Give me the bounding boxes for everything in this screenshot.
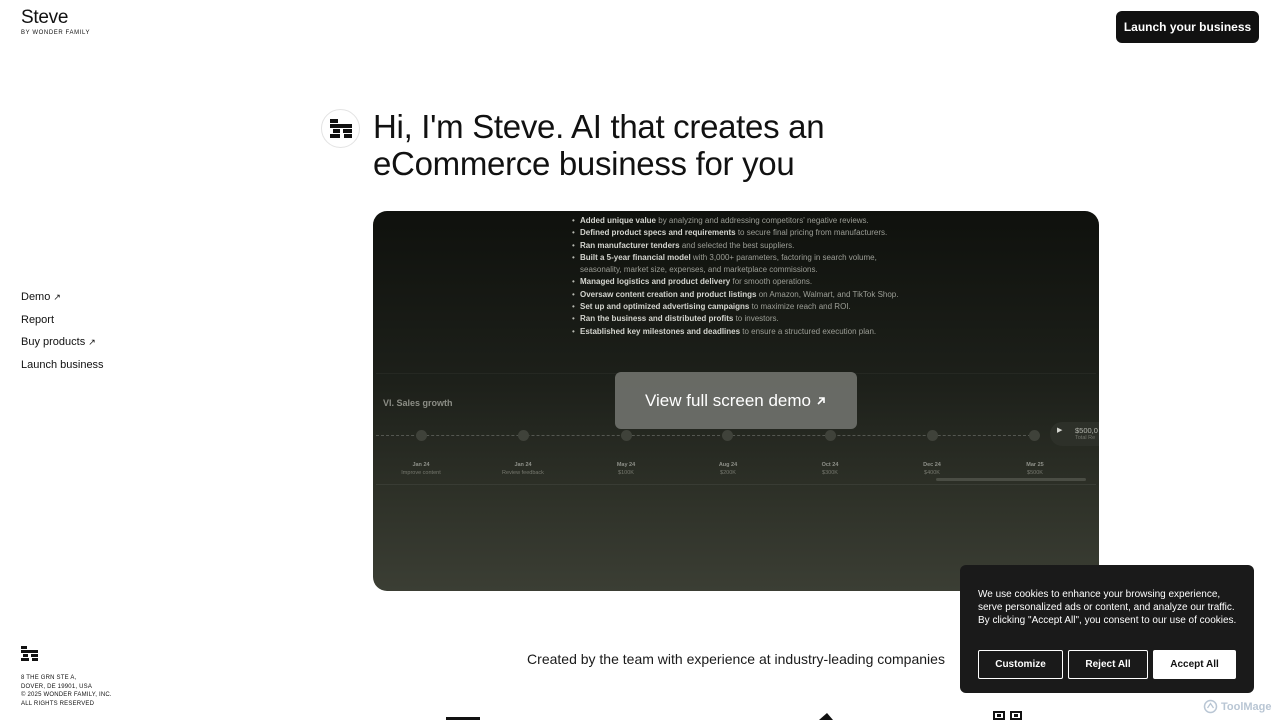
footer-address-line: 8 THE GRN STE A, xyxy=(21,675,77,681)
timeline-milestone: Aug 24 $200K xyxy=(688,462,768,477)
launch-your-business-button[interactable]: Launch your business xyxy=(1116,11,1259,43)
timeline-milestone: May 24 $100K xyxy=(586,462,666,477)
external-link-icon: ↗ xyxy=(53,292,61,302)
milestone-date: Jan 24 xyxy=(412,462,430,468)
footer-copyright: © 2025 WONDER FAMILY, INC. xyxy=(21,692,112,698)
timeline-dot xyxy=(416,430,427,441)
steve-logo-icon xyxy=(21,646,38,661)
footer-rights: ALL RIGHTS RESERVED xyxy=(21,700,95,707)
nav-item-label: Report xyxy=(21,313,55,326)
timeline-milestone: Jan 24 Improve content xyxy=(381,462,461,477)
sales-growth-label: VI. Sales growth xyxy=(383,398,453,408)
demo-achievements-list: Added unique value by analyzing and addr… xyxy=(572,215,912,338)
steve-avatar xyxy=(321,109,360,148)
list-item: Built a 5-year financial model with 3,00… xyxy=(572,252,912,277)
nav-item-label: Launch business xyxy=(21,358,104,371)
brand-name: Steve xyxy=(21,7,69,28)
demo-button-label: View full screen demo xyxy=(645,390,811,410)
qr-code-icon xyxy=(993,711,1022,720)
timeline-milestone: Mar 25 $500K xyxy=(995,462,1075,477)
list-item: Ran manufacturer tenders and selected th… xyxy=(572,240,912,253)
arrow-up-right-icon xyxy=(817,396,825,405)
demo-preview[interactable]: Added unique value by analyzing and addr… xyxy=(373,211,1099,591)
milestone-date: Aug 24 xyxy=(718,462,738,468)
timeline-dot xyxy=(825,430,836,441)
nav-item-label: Buy products xyxy=(21,336,86,349)
total-revenue-value: $500,0 xyxy=(1075,426,1098,435)
milestone-detail: Improve content xyxy=(401,470,441,476)
watermark-text: ToolMage xyxy=(1221,700,1272,713)
cookie-banner: We use cookies to enhance your browsing … xyxy=(960,565,1254,693)
timeline-dot xyxy=(722,430,733,441)
steve-logo-icon xyxy=(329,118,352,138)
list-item: Set up and optimized advertising campaig… xyxy=(572,301,912,314)
timeline-dot xyxy=(927,430,938,441)
milestone-detail: $100K xyxy=(618,470,634,476)
list-item: Managed logistics and product delivery f… xyxy=(572,276,912,289)
total-revenue-label: Total Re xyxy=(1075,435,1096,441)
side-nav: Demo ↗ Report Buy products ↗ Launch busi… xyxy=(21,290,104,380)
nav-item-launch-business[interactable]: Launch business xyxy=(21,358,104,381)
footer-info: 8 THE GRN STE A, DOVER, DE 19901, USA © … xyxy=(21,646,112,708)
view-full-screen-demo-button[interactable]: View full screen demo xyxy=(615,372,857,429)
watermark: ToolMage xyxy=(1203,699,1272,714)
nav-item-buy-products[interactable]: Buy products ↗ xyxy=(21,335,104,358)
milestone-date: Dec 24 xyxy=(923,462,941,468)
footer-address-line: DOVER, DE 19901, USA xyxy=(21,683,93,690)
nav-item-report[interactable]: Report xyxy=(21,313,104,336)
milestone-detail: Review feedback xyxy=(502,470,544,476)
company-logo xyxy=(819,713,833,720)
toolmage-logo-icon xyxy=(1203,699,1218,714)
play-icon: ▶ xyxy=(1057,427,1063,434)
milestone-date: May 24 xyxy=(616,462,636,468)
milestone-date: Jan 24 xyxy=(514,462,532,468)
nav-item-label: Demo xyxy=(21,291,51,303)
brand-subtitle: BY WONDER FAMILY xyxy=(21,30,91,36)
hero-title: Hi, I'm Steve. AI that creates an eComme… xyxy=(373,108,825,182)
list-item: Ran the business and distributed profits… xyxy=(572,313,912,326)
milestone-date: Mar 25 xyxy=(1026,462,1044,468)
milestone-detail: $300K xyxy=(822,470,838,476)
timeline-milestone: Oct 24 $300K xyxy=(790,462,870,477)
milestone-detail: $200K xyxy=(720,470,736,476)
milestone-detail: $500K xyxy=(1027,470,1043,476)
timeline-dot xyxy=(518,430,529,441)
nav-item-demo[interactable]: Demo ↗ xyxy=(21,290,104,313)
timeline-dot xyxy=(621,430,632,441)
accept-all-button[interactable]: Accept All xyxy=(1153,650,1236,679)
list-item: Added unique value by analyzing and addr… xyxy=(572,215,912,228)
brand-logo[interactable]: Steve BY WONDER FAMILY xyxy=(21,7,91,37)
milestone-date: Oct 24 xyxy=(821,462,839,468)
external-link-icon: ↗ xyxy=(88,337,96,348)
cookie-message: We use cookies to enhance your browsing … xyxy=(978,589,1237,626)
timeline-dot xyxy=(1029,430,1040,441)
list-item: Defined product specs and requirements t… xyxy=(572,227,912,240)
customize-cookies-button[interactable]: Customize xyxy=(978,650,1063,679)
list-item: Oversaw content creation and product lis… xyxy=(572,289,912,302)
timeline-milestone: Jan 24 Review feedback xyxy=(483,462,563,477)
list-item: Established key milestones and deadlines… xyxy=(572,326,912,339)
timeline-progress-bar xyxy=(936,478,1086,481)
timeline-milestone: Dec 24 $400K xyxy=(892,462,972,477)
milestone-detail: $400K xyxy=(924,470,940,476)
reject-all-button[interactable]: Reject All xyxy=(1068,650,1148,679)
